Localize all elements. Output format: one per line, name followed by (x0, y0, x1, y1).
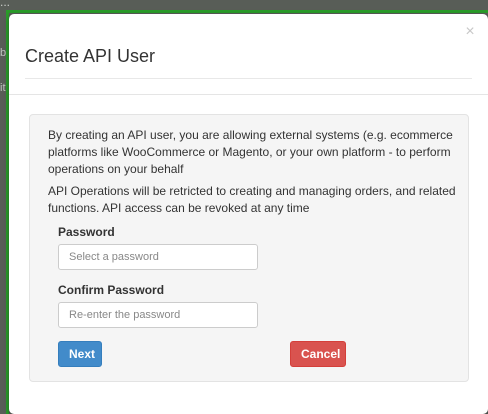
form-panel: By creating an API user, you are allowin… (29, 114, 469, 382)
background-side-text: it (0, 82, 6, 94)
modal-title: Create API User (25, 46, 156, 66)
close-icon[interactable]: × (462, 24, 478, 40)
header-divider (9, 94, 488, 95)
password-input[interactable] (58, 244, 258, 270)
confirm-password-input[interactable] (58, 302, 258, 328)
confirm-password-label: Confirm Password (58, 283, 165, 297)
title-divider (25, 78, 472, 79)
description-text: By creating an API user, you are allowin… (48, 128, 453, 176)
restrictions-text: API Operations will be retricted to crea… (48, 184, 456, 215)
create-api-user-modal: × Create API User By creating an API use… (9, 14, 488, 414)
next-button[interactable]: Next (58, 341, 102, 367)
cancel-button[interactable]: Cancel (290, 341, 346, 367)
frame-border-top (6, 10, 488, 13)
background-text: ... (0, 0, 11, 9)
password-label: Password (58, 225, 115, 239)
